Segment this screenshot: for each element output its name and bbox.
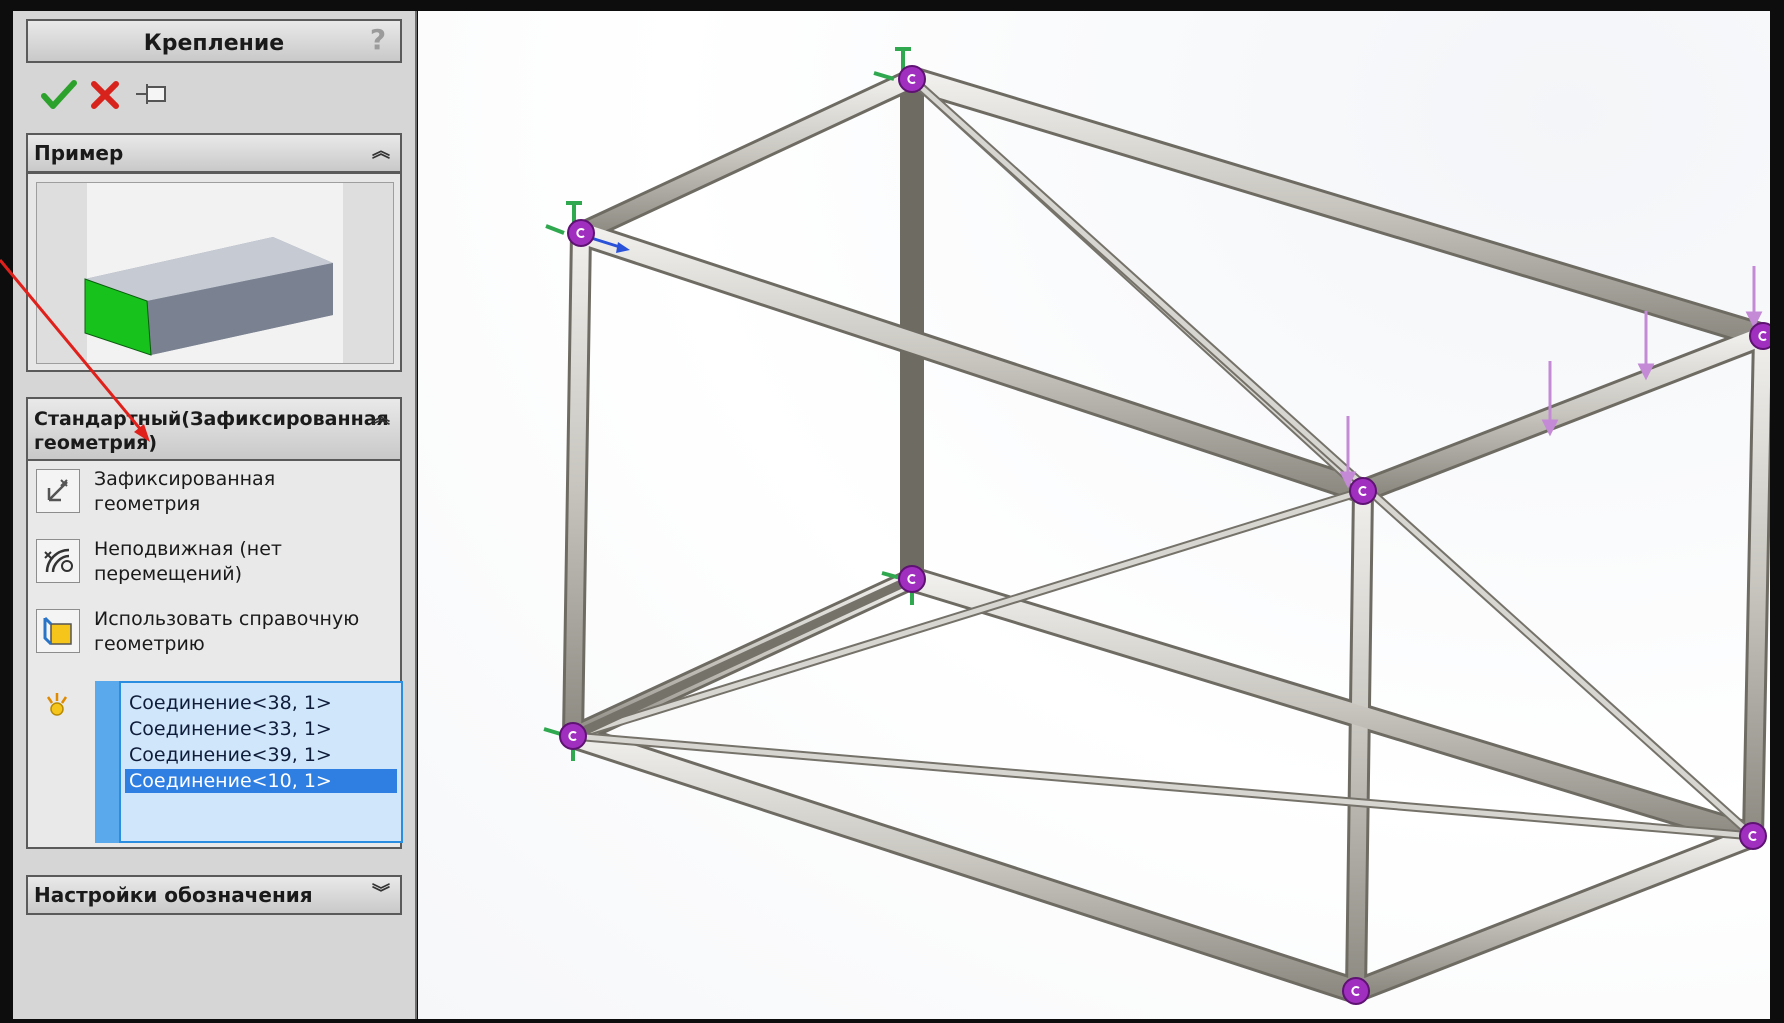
collapse-up-icon[interactable]: ︽ <box>370 141 392 163</box>
option-label-line1: Зафиксированная <box>94 468 276 490</box>
option-label-line1: Использовать справочную <box>94 608 360 630</box>
load-arrows <box>1339 266 1763 489</box>
joint-marker[interactable] <box>567 219 595 247</box>
selection-item[interactable]: Соединение<38, 1> <box>125 691 397 715</box>
fixed-geometry-icon <box>36 469 80 513</box>
help-icon[interactable]: ? <box>364 25 392 55</box>
option-immovable-label: Неподвижная (нет перемещений) <box>94 537 394 587</box>
joint-glyphs <box>568 74 1767 996</box>
annotation-arrow <box>0 259 150 442</box>
joint-marker[interactable] <box>1349 477 1377 505</box>
option-label-line2: перемещений) <box>94 563 243 585</box>
option-reference-geometry-label: Использовать справочную геометрию <box>94 607 394 657</box>
notation-settings-header[interactable]: Настройки обозначения ︾ <box>26 875 402 915</box>
notation-settings-title: Настройки обозначения <box>34 883 313 907</box>
selection-list[interactable]: Соединение<38, 1> Соединение<33, 1> Соед… <box>119 681 403 843</box>
graphics-viewport[interactable] <box>418 11 1770 1019</box>
option-label-line2: геометрия <box>94 493 201 515</box>
selection-item[interactable]: Соединение<39, 1> <box>125 743 397 767</box>
option-reference-geometry[interactable]: Использовать справочную геометрию <box>32 605 392 661</box>
joint-marker[interactable] <box>1739 822 1767 850</box>
option-immovable[interactable]: Неподвижная (нет перемещений) <box>32 535 392 591</box>
joint-markers <box>559 65 1770 1005</box>
joint-marker[interactable] <box>898 65 926 93</box>
expand-down-icon[interactable]: ︾ <box>370 883 392 905</box>
immovable-icon <box>36 539 80 583</box>
vertex-selection-icon <box>42 691 72 721</box>
reference-geometry-icon <box>36 609 80 653</box>
option-label-line1: Неподвижная (нет <box>94 538 282 560</box>
selection-item-selected[interactable]: Соединение<10, 1> <box>125 769 397 793</box>
joint-marker[interactable] <box>1342 977 1370 1005</box>
collapse-up-icon[interactable]: ︽ <box>370 407 392 429</box>
frame-members-highlight <box>563 69 1770 1001</box>
option-fixed-geometry[interactable]: Зафиксированная геометрия <box>32 465 392 521</box>
diagonal-braces <box>568 74 1758 841</box>
truss-model[interactable] <box>418 11 1770 1019</box>
frame-members <box>560 66 1770 1004</box>
selection-list-gutter <box>95 681 119 843</box>
option-fixed-geometry-label: Зафиксированная геометрия <box>94 467 394 517</box>
selection-item[interactable]: Соединение<33, 1> <box>125 717 397 741</box>
joint-marker[interactable] <box>559 722 587 750</box>
option-label-line2: геометрию <box>94 633 205 655</box>
joint-marker[interactable] <box>898 565 926 593</box>
